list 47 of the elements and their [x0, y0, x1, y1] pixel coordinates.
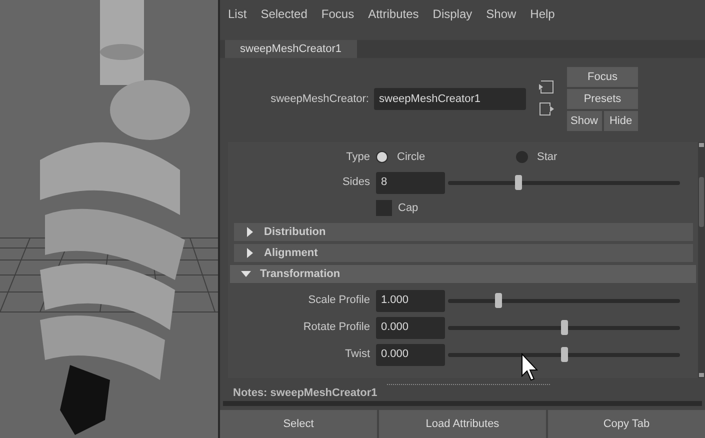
section-title: Distribution — [264, 224, 326, 240]
input-connection-icon[interactable] — [539, 80, 554, 94]
checkbox-label: Cap — [398, 200, 418, 216]
menu-item[interactable]: Show — [486, 5, 516, 23]
attribute-label: Type — [346, 150, 370, 163]
slider-thumb[interactable] — [561, 346, 568, 362]
radio-label: Circle — [397, 150, 426, 165]
menu-item[interactable]: Help — [530, 5, 555, 23]
value-field[interactable]: 1.000 — [376, 290, 445, 312]
attribute-label: Scale Profile — [308, 294, 370, 306]
value-field[interactable]: 8 — [376, 172, 445, 194]
attribute-label: Sides — [342, 176, 370, 188]
section-title: Transformation — [260, 266, 340, 282]
tab[interactable]: sweepMeshCreator1 — [225, 40, 356, 58]
side-button[interactable]: Presets — [567, 89, 638, 109]
section-title: Alignment — [264, 246, 318, 261]
value-field[interactable]: 0.000 — [376, 316, 445, 338]
radio-button[interactable] — [516, 151, 528, 163]
output-connection-icon[interactable] — [539, 102, 554, 116]
value-field[interactable]: 0.000 — [376, 344, 445, 366]
node-label: sweepMeshCreator: — [270, 92, 370, 107]
menu-item[interactable]: Selected — [260, 5, 308, 23]
attribute-label: Twist — [344, 348, 370, 360]
section-header[interactable]: Distribution — [234, 223, 693, 241]
bottom-button[interactable]: Load Attributes — [379, 410, 546, 438]
side-button[interactable]: Focus — [567, 67, 638, 87]
attribute-label: Rotate Profile — [303, 321, 370, 334]
section-header[interactable]: Transformation — [230, 265, 696, 283]
menu-item[interactable]: Focus — [321, 5, 354, 23]
node-name-field[interactable]: sweepMeshCreator1 — [374, 88, 526, 110]
notes-text: Notes: sweepMeshCreator1 — [233, 386, 378, 401]
slider-thumb[interactable] — [514, 174, 522, 190]
bottom-button[interactable]: Select — [220, 410, 377, 438]
menu-item[interactable]: List — [228, 5, 247, 23]
radio-label: Star — [537, 150, 558, 165]
slider-thumb[interactable] — [494, 292, 502, 308]
checkbox[interactable] — [376, 200, 392, 216]
cursor-icon — [521, 353, 538, 381]
radio-button[interactable] — [376, 151, 388, 163]
menu-item[interactable]: Display — [432, 5, 472, 23]
side-button[interactable]: Show — [567, 111, 602, 131]
section-header[interactable]: Alignment — [234, 244, 693, 262]
menu-item[interactable]: Attributes — [368, 5, 419, 23]
slider-thumb[interactable] — [561, 320, 568, 334]
scrollbar[interactable] — [698, 142, 705, 378]
side-button[interactable]: Hide — [604, 111, 638, 131]
bottom-button[interactable]: Copy Tab — [548, 410, 705, 438]
